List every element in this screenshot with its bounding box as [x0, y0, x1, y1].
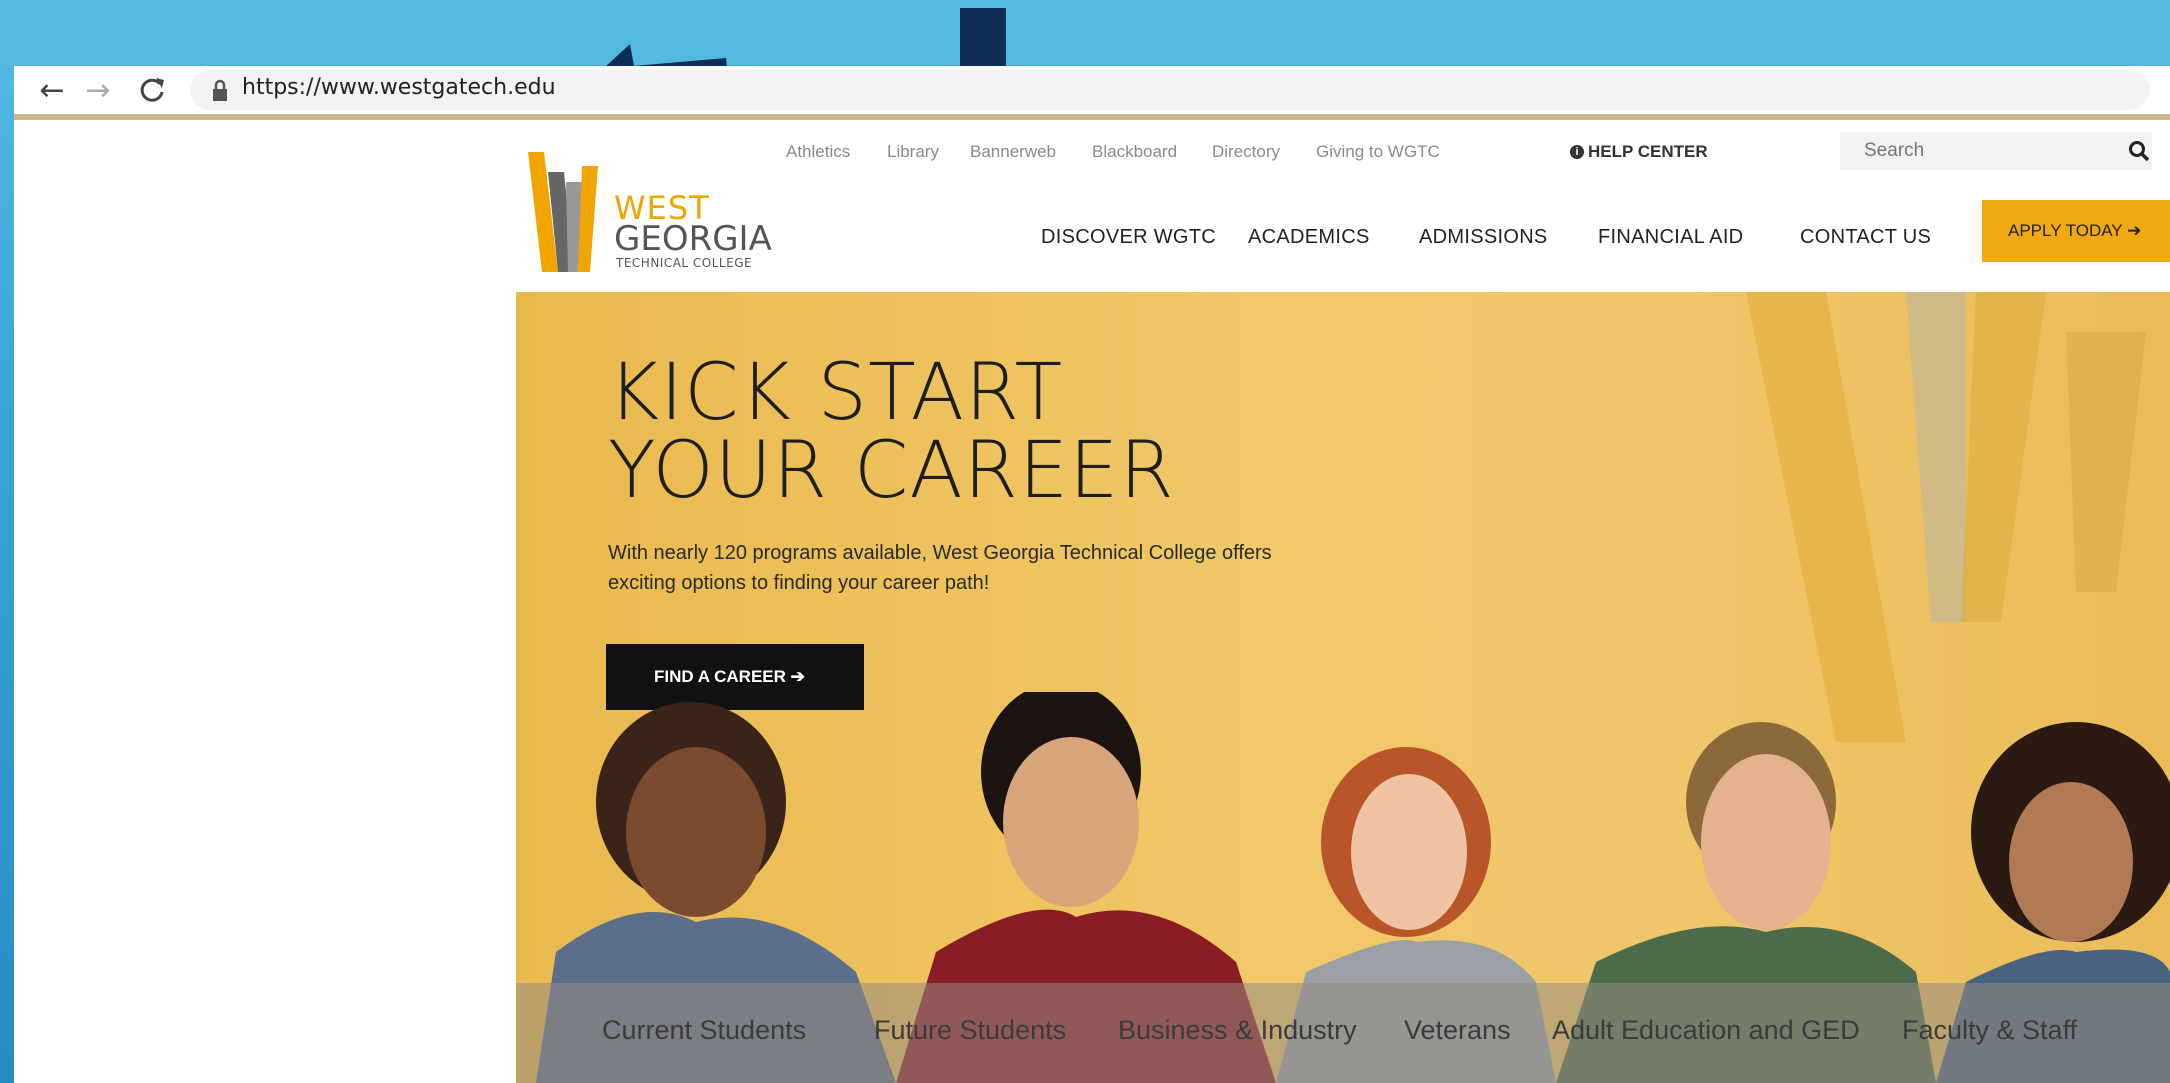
- search-icon[interactable]: [2128, 140, 2150, 162]
- utility-link-athletics[interactable]: Athletics: [786, 142, 850, 162]
- browser-window: ← → https://www.westgatech.edu WEST GEOR…: [14, 66, 2170, 1083]
- nav-academics[interactable]: ACADEMICS: [1248, 226, 1370, 249]
- search-input[interactable]: [1840, 132, 2100, 170]
- logo-georgia-text: GEORGIA: [614, 219, 772, 259]
- audience-nav: Current Students Future Students Busines…: [516, 983, 2170, 1083]
- info-icon: i: [1570, 145, 1584, 159]
- audience-link-veterans[interactable]: Veterans: [1404, 1015, 1511, 1046]
- logo-technical-college-text: TECHNICAL COLLEGE: [616, 256, 753, 270]
- nav-contact-us[interactable]: CONTACT US: [1800, 226, 1931, 249]
- audience-link-faculty-staff[interactable]: Faculty & Staff: [1902, 1015, 2077, 1046]
- url-text[interactable]: https://www.westgatech.edu: [242, 75, 556, 100]
- hero-title-line1: KICK START: [608, 348, 1064, 438]
- help-center-label: HELP CENTER: [1588, 142, 1708, 161]
- audience-link-current-students[interactable]: Current Students: [602, 1015, 806, 1046]
- nav-admissions[interactable]: ADMISSIONS: [1419, 226, 1548, 249]
- hero-w-watermark: [1746, 292, 2146, 742]
- audience-link-adult-education-ged[interactable]: Adult Education and GED: [1552, 1015, 1860, 1046]
- search-box: [1840, 132, 2152, 170]
- wgtc-logo[interactable]: WEST GEORGIA TECHNICAL COLLEGE: [528, 152, 778, 282]
- hero-banner: KICK START YOUR CAREER With nearly 120 p…: [516, 292, 2170, 1083]
- utility-link-directory[interactable]: Directory: [1212, 142, 1280, 162]
- hero-title: KICK START YOUR CAREER: [608, 354, 1175, 510]
- help-center-link[interactable]: i HELP CENTER: [1570, 142, 1708, 162]
- hero-subtitle: With nearly 120 programs available, West…: [608, 538, 1388, 598]
- wgtc-w-logo-icon: [528, 152, 598, 272]
- utility-link-blackboard[interactable]: Blackboard: [1092, 142, 1177, 162]
- apply-today-button[interactable]: APPLY TODAY ➔: [1982, 200, 2170, 262]
- utility-link-library[interactable]: Library: [887, 142, 939, 162]
- lock-icon: [213, 79, 227, 101]
- nav-financial-aid[interactable]: FINANCIAL AID: [1598, 226, 1743, 249]
- hero-subtitle-line1: With nearly 120 programs available, West…: [608, 542, 1272, 564]
- website: WEST GEORGIA TECHNICAL COLLEGE Athletics…: [516, 120, 2170, 1083]
- browser-toolbar: ← → https://www.westgatech.edu: [14, 66, 2170, 116]
- back-arrow-icon[interactable]: ←: [34, 72, 70, 108]
- utility-link-bannerweb[interactable]: Bannerweb: [970, 142, 1056, 162]
- hero-subtitle-line2: exciting options to finding your career …: [608, 572, 990, 594]
- reload-icon[interactable]: [134, 72, 170, 108]
- hero-title-line2: YOUR CAREER: [608, 426, 1175, 516]
- audience-link-future-students[interactable]: Future Students: [874, 1015, 1066, 1046]
- audience-link-business-industry[interactable]: Business & Industry: [1118, 1015, 1357, 1046]
- forward-arrow-icon[interactable]: →: [80, 72, 116, 108]
- nav-discover-wgtc[interactable]: DISCOVER WGTC: [1041, 226, 1216, 249]
- utility-link-giving[interactable]: Giving to WGTC: [1316, 142, 1440, 162]
